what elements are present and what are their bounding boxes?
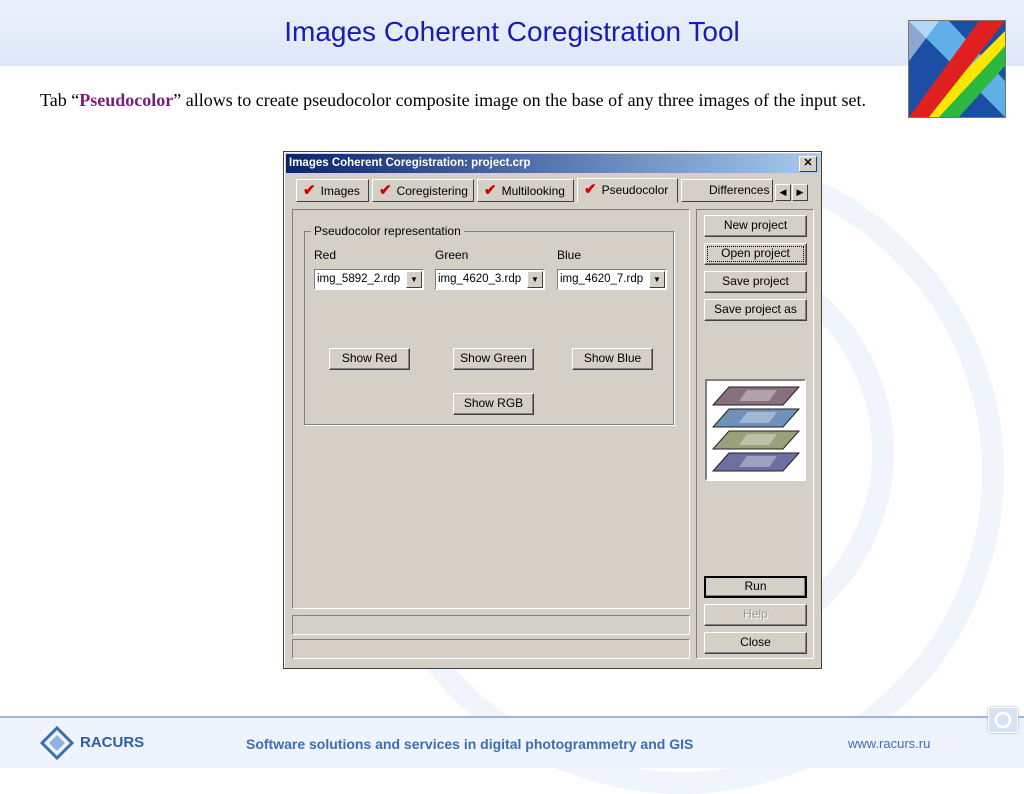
image-layers-icon bbox=[705, 379, 806, 481]
red-label: Red bbox=[314, 248, 337, 262]
check-icon: ✔ bbox=[379, 182, 392, 199]
green-select-value: img_4620_3.rdp bbox=[438, 273, 522, 285]
intro-suffix: ” allows to create pseudocolor composite… bbox=[173, 90, 866, 110]
tab-label: Multilooking bbox=[501, 184, 565, 198]
intro-tab-name: Pseudocolor bbox=[79, 90, 174, 110]
racurs-logo-icon bbox=[39, 725, 75, 761]
blue-select[interactable]: img_4620_7.rdp ▼ bbox=[557, 269, 667, 290]
check-icon: ✔ bbox=[484, 182, 497, 199]
intro-text: Tab “Pseudocolor” allows to create pseud… bbox=[40, 86, 880, 114]
check-icon: ✔ bbox=[303, 182, 316, 199]
tab-label: Coregistering bbox=[396, 184, 468, 198]
footer-tagline: Software solutions and services in digit… bbox=[246, 736, 694, 752]
tab-multilooking[interactable]: ✔ Multilooking bbox=[477, 179, 574, 202]
close-icon[interactable]: ✕ bbox=[799, 156, 817, 172]
status-bar-top bbox=[292, 615, 690, 635]
red-select-value: img_5892_2.rdp bbox=[317, 273, 401, 285]
tab-scroll-left-icon[interactable]: ◀ bbox=[775, 184, 791, 201]
status-bar-bottom bbox=[292, 639, 690, 659]
app-logo-icon bbox=[908, 20, 1006, 118]
chevron-down-icon[interactable]: ▼ bbox=[527, 271, 543, 288]
blue-label: Blue bbox=[557, 248, 582, 262]
tab-coregistering[interactable]: ✔ Coregistering bbox=[372, 179, 474, 202]
help-button[interactable]: Help bbox=[704, 604, 807, 626]
tab-images[interactable]: ✔ Images bbox=[296, 179, 369, 202]
blue-select-value: img_4620_7.rdp bbox=[560, 273, 644, 285]
show-green-button[interactable]: Show Green bbox=[453, 348, 534, 370]
tab-differences[interactable]: Differences bbox=[681, 179, 773, 202]
footer-site-link[interactable]: www.racurs.ru bbox=[848, 736, 930, 751]
show-red-button[interactable]: Show Red bbox=[329, 348, 410, 370]
tab-pseudocolor[interactable]: ✔ Pseudocolor bbox=[577, 178, 678, 203]
intro-prefix: Tab “ bbox=[40, 90, 80, 110]
save-project-button[interactable]: Save project bbox=[704, 271, 807, 293]
chevron-down-icon[interactable]: ▼ bbox=[649, 271, 665, 288]
dialog-titlebar[interactable]: Images Coherent Coregistration: project.… bbox=[286, 154, 819, 173]
green-label: Green bbox=[435, 248, 469, 262]
chevron-down-icon[interactable]: ▼ bbox=[406, 271, 422, 288]
tab-label: Differences bbox=[709, 183, 770, 197]
red-select[interactable]: img_5892_2.rdp ▼ bbox=[314, 269, 424, 290]
show-blue-button[interactable]: Show Blue bbox=[572, 348, 653, 370]
coregistration-dialog: Images Coherent Coregistration: project.… bbox=[283, 151, 822, 669]
tab-scroll-right-icon[interactable]: ▶ bbox=[792, 184, 808, 201]
tab-label: Images bbox=[320, 184, 360, 198]
slide-nav-icon[interactable] bbox=[988, 707, 1018, 733]
show-rgb-button[interactable]: Show RGB bbox=[453, 393, 534, 415]
group-title: Pseudocolor representation bbox=[311, 224, 464, 238]
check-icon: ✔ bbox=[584, 181, 597, 198]
slide-title: Images Coherent Coregistration Tool bbox=[284, 16, 740, 47]
close-button[interactable]: Close bbox=[704, 632, 807, 654]
tab-label: Pseudocolor bbox=[601, 183, 669, 197]
save-project-as-button[interactable]: Save project as bbox=[704, 299, 807, 321]
run-button[interactable]: Run bbox=[704, 576, 807, 598]
footer-brand: RACURS bbox=[80, 734, 145, 751]
green-select[interactable]: img_4620_3.rdp ▼ bbox=[435, 269, 545, 290]
new-project-button[interactable]: New project bbox=[704, 215, 807, 237]
dialog-title: Images Coherent Coregistration: project.… bbox=[289, 157, 531, 169]
open-project-button[interactable]: Open project bbox=[704, 243, 807, 265]
